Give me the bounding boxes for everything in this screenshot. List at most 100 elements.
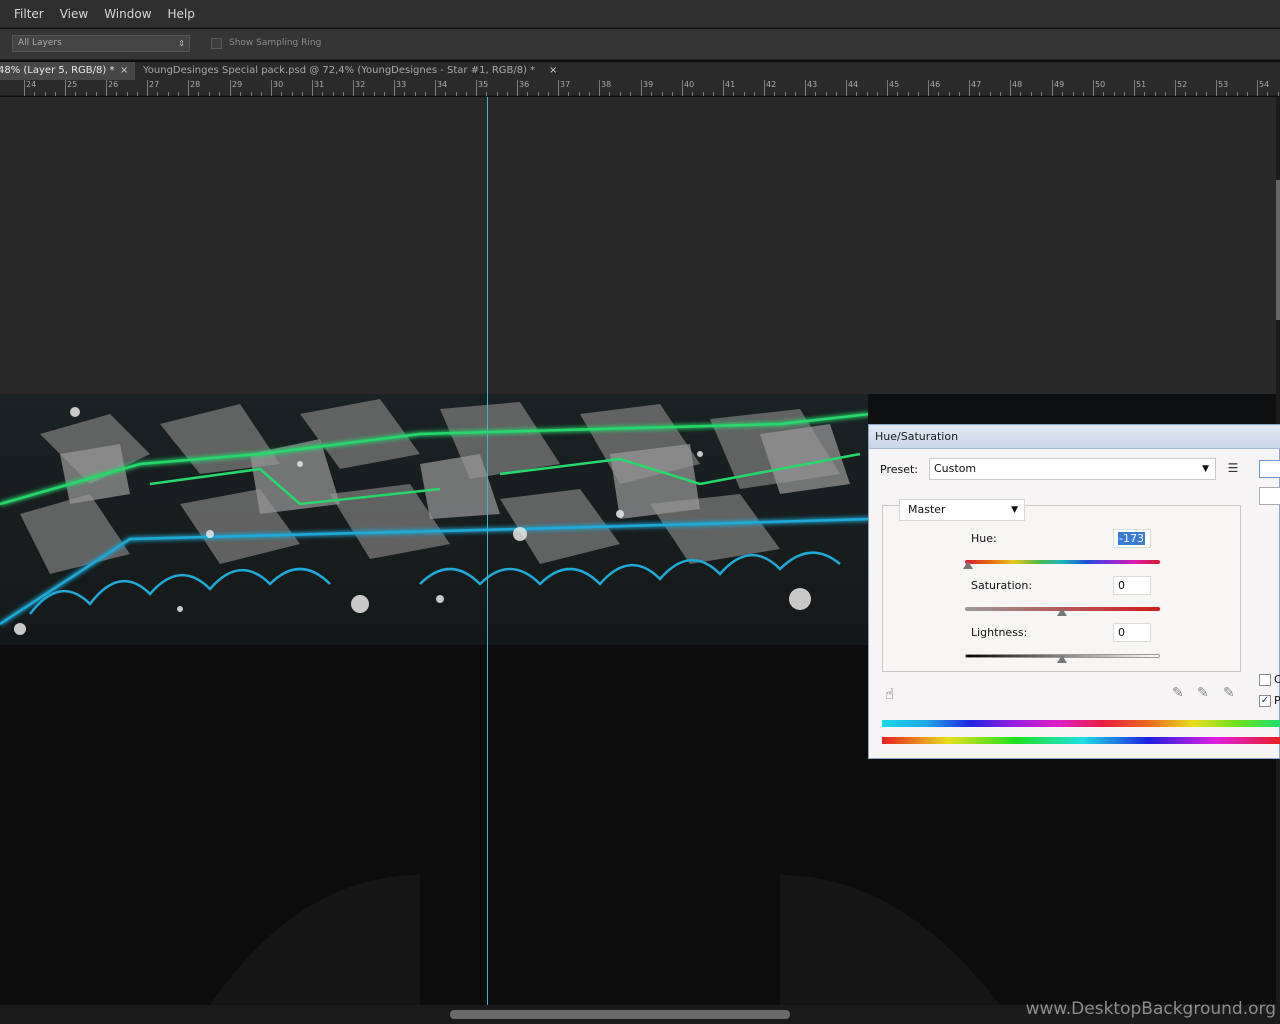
adjustment-group [882,505,1241,672]
ruler-tick [908,92,909,96]
channel-value: Master [908,503,946,516]
ruler-tick [1093,80,1094,96]
chevron-down-icon: ▼ [1202,464,1209,474]
ruler-tick [404,92,405,96]
menu-view[interactable]: View [52,0,96,28]
horizontal-scroll-thumb[interactable] [450,1010,790,1019]
ruler-label: 33 [396,80,407,89]
ruler-tick [106,80,107,96]
vertical-scroll-thumb[interactable] [1276,180,1280,320]
ruler-tick [826,92,827,96]
ruler-tick [662,92,663,96]
tab-close-icon[interactable]: × [120,62,128,80]
ruler-tick [990,92,991,96]
ruler-tick [723,80,724,96]
ruler-label: 52 [1177,80,1188,89]
ruler-tick [1144,92,1145,96]
ok-button[interactable] [1259,460,1280,478]
ruler-tick [281,92,282,96]
ruler-tick [168,92,169,96]
menu-filter[interactable]: Filter [6,0,52,28]
sample-layers-value: All Layers [18,38,62,48]
ruler-tick [86,92,87,96]
ruler-tick [1206,92,1207,96]
tab-close-icon[interactable]: × [549,62,557,80]
ruler-tick [918,92,919,96]
hue-slider-thumb[interactable] [963,561,973,569]
preset-options-icon[interactable]: ☰ [1225,461,1241,477]
preview-checkbox[interactable]: ✓ [1259,695,1271,707]
channel-select[interactable]: Master ▼ [899,499,1025,521]
sample-layers-select[interactable]: All Layers ⇕ [12,35,190,52]
ruler-tick [209,92,210,96]
ruler-tick [75,92,76,96]
ruler-label: 45 [889,80,900,89]
canvas-pasteboard[interactable] [0,97,1276,394]
hue-input[interactable]: -173 [1113,529,1151,548]
lightness-value: 0 [1118,626,1125,639]
ruler-tick [1175,80,1176,96]
ruler-tick [456,92,457,96]
ruler-tick [579,92,580,96]
tab-active-document[interactable]: 48% (Layer 5, RGB/8) * × [0,62,135,80]
eyedropper-plus-icon[interactable]: ✎ [1197,685,1209,701]
select-arrows-icon: ⇕ [178,39,185,48]
saturation-input[interactable]: 0 [1113,576,1151,595]
ruler-tick [949,92,950,96]
ruler-tick [1216,80,1217,96]
ruler-label: 46 [930,80,941,89]
ruler-tick [188,80,189,96]
ruler-label: 48 [1012,80,1023,89]
ruler-tick [785,92,786,96]
ruler-tick [672,92,673,96]
lightness-input[interactable]: 0 [1113,623,1151,642]
targeted-adjustment-hand-icon[interactable]: ☝ [885,685,894,703]
lightness-slider-thumb[interactable] [1057,655,1067,663]
menu-window[interactable]: Window [96,0,159,28]
ruler-tick [1267,92,1268,96]
ruler-tick [867,92,868,96]
ruler-tick [353,80,354,96]
menu-help[interactable]: Help [160,0,203,28]
vertical-guide[interactable] [487,97,488,1005]
ruler-label: 39 [643,80,654,89]
ruler-tick [1124,92,1125,96]
preview-label: P [1274,694,1280,707]
show-sampling-ring-label: Show Sampling Ring [229,38,322,48]
ruler-label: 54 [1259,80,1270,89]
colorize-checkbox[interactable] [1259,674,1271,686]
ruler-label: 43 [807,80,818,89]
dialog-title[interactable]: Hue/Saturation [869,425,1280,449]
horizontal-ruler[interactable]: 24 25 26 27 28 29 30 31 32 33 34 35 36 37 38 39 40 41 42 43… [0,80,1280,96]
eyedropper-icon[interactable]: ✎ [1172,685,1184,701]
preset-label: Preset: [880,463,919,476]
ruler-tick [1196,92,1197,96]
saturation-slider-thumb[interactable] [1057,608,1067,616]
artwork-right-strip [868,394,1276,424]
ruler-tick [713,92,714,96]
photoshop-window: Filter View Window Help All Layers ⇕ Sho… [0,0,1280,1024]
show-sampling-ring-checkbox[interactable] [211,38,222,49]
ruler-tick [979,92,980,96]
ruler-tick [754,92,755,96]
ruler-tick [55,92,56,96]
artwork-image[interactable] [0,394,915,645]
ruler-tick [34,92,35,96]
hue-slider-track[interactable] [965,560,1160,564]
ruler-tick [45,92,46,96]
ruler-tick [445,92,446,96]
ruler-tick [558,80,559,96]
ruler-label: 49 [1054,80,1065,89]
ruler-tick [302,92,303,96]
preset-select[interactable]: Custom ▼ [929,458,1216,480]
eyedropper-minus-icon[interactable]: ✎ [1223,685,1235,701]
ruler-label: 50 [1095,80,1106,89]
ruler-tick [435,80,436,96]
cancel-button[interactable] [1259,487,1280,505]
ruler-tick [1226,92,1227,96]
hue-label: Hue: [971,532,997,545]
ruler-tick [897,92,898,96]
ruler-tick [1052,80,1053,96]
tab-special-pack[interactable]: YoungDesinges Special pack.psd @ 72,4% (… [137,62,565,80]
ruler-tick [1237,92,1238,96]
